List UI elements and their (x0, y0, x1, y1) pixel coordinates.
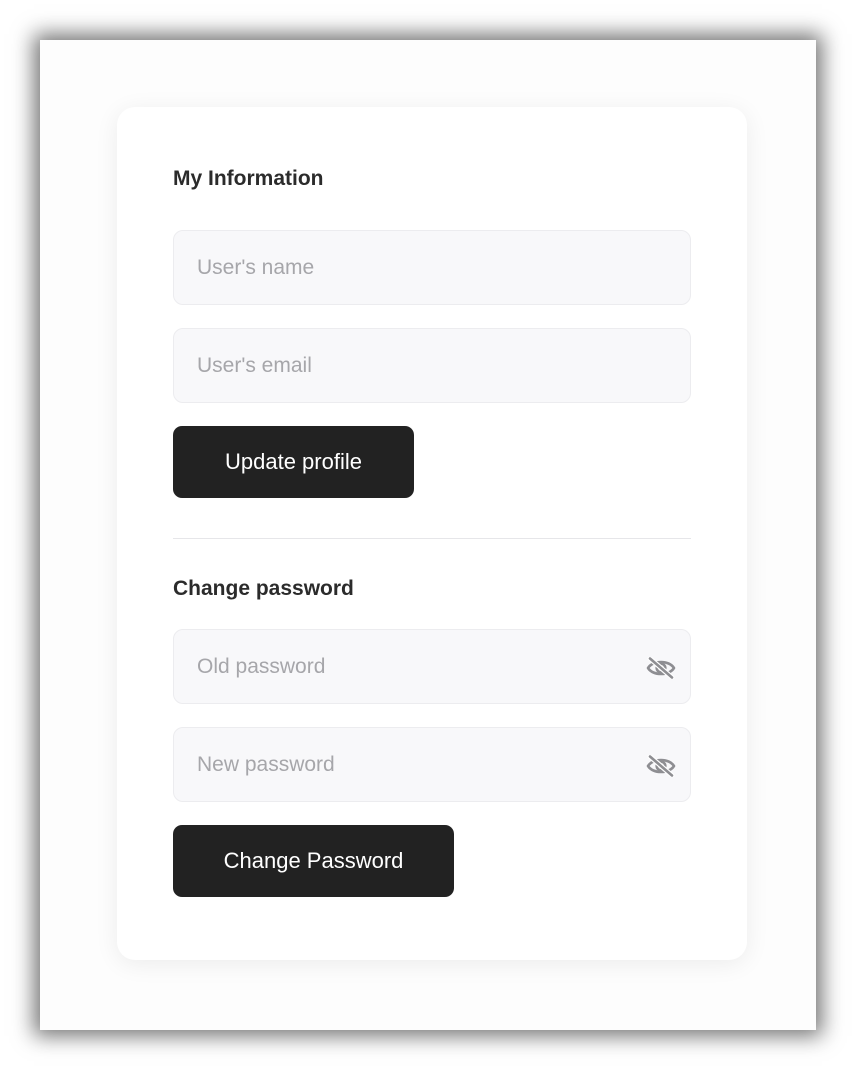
eye-off-icon[interactable] (646, 754, 676, 778)
app-window: My Information Update profile Change pas… (40, 40, 816, 1030)
old-password-input[interactable] (174, 630, 690, 703)
old-password-field-container (173, 629, 691, 704)
update-profile-button[interactable]: Update profile (173, 426, 414, 498)
email-input[interactable] (174, 329, 690, 402)
email-field-container (173, 328, 691, 403)
my-information-heading: My Information (173, 167, 324, 190)
new-password-input[interactable] (174, 728, 690, 801)
settings-card: My Information Update profile Change pas… (117, 107, 747, 960)
section-divider (173, 538, 691, 539)
change-password-button[interactable]: Change Password (173, 825, 454, 897)
new-password-field-container (173, 727, 691, 802)
name-field-container (173, 230, 691, 305)
change-password-heading: Change password (173, 577, 354, 600)
eye-off-icon[interactable] (646, 656, 676, 680)
name-input[interactable] (174, 231, 690, 304)
